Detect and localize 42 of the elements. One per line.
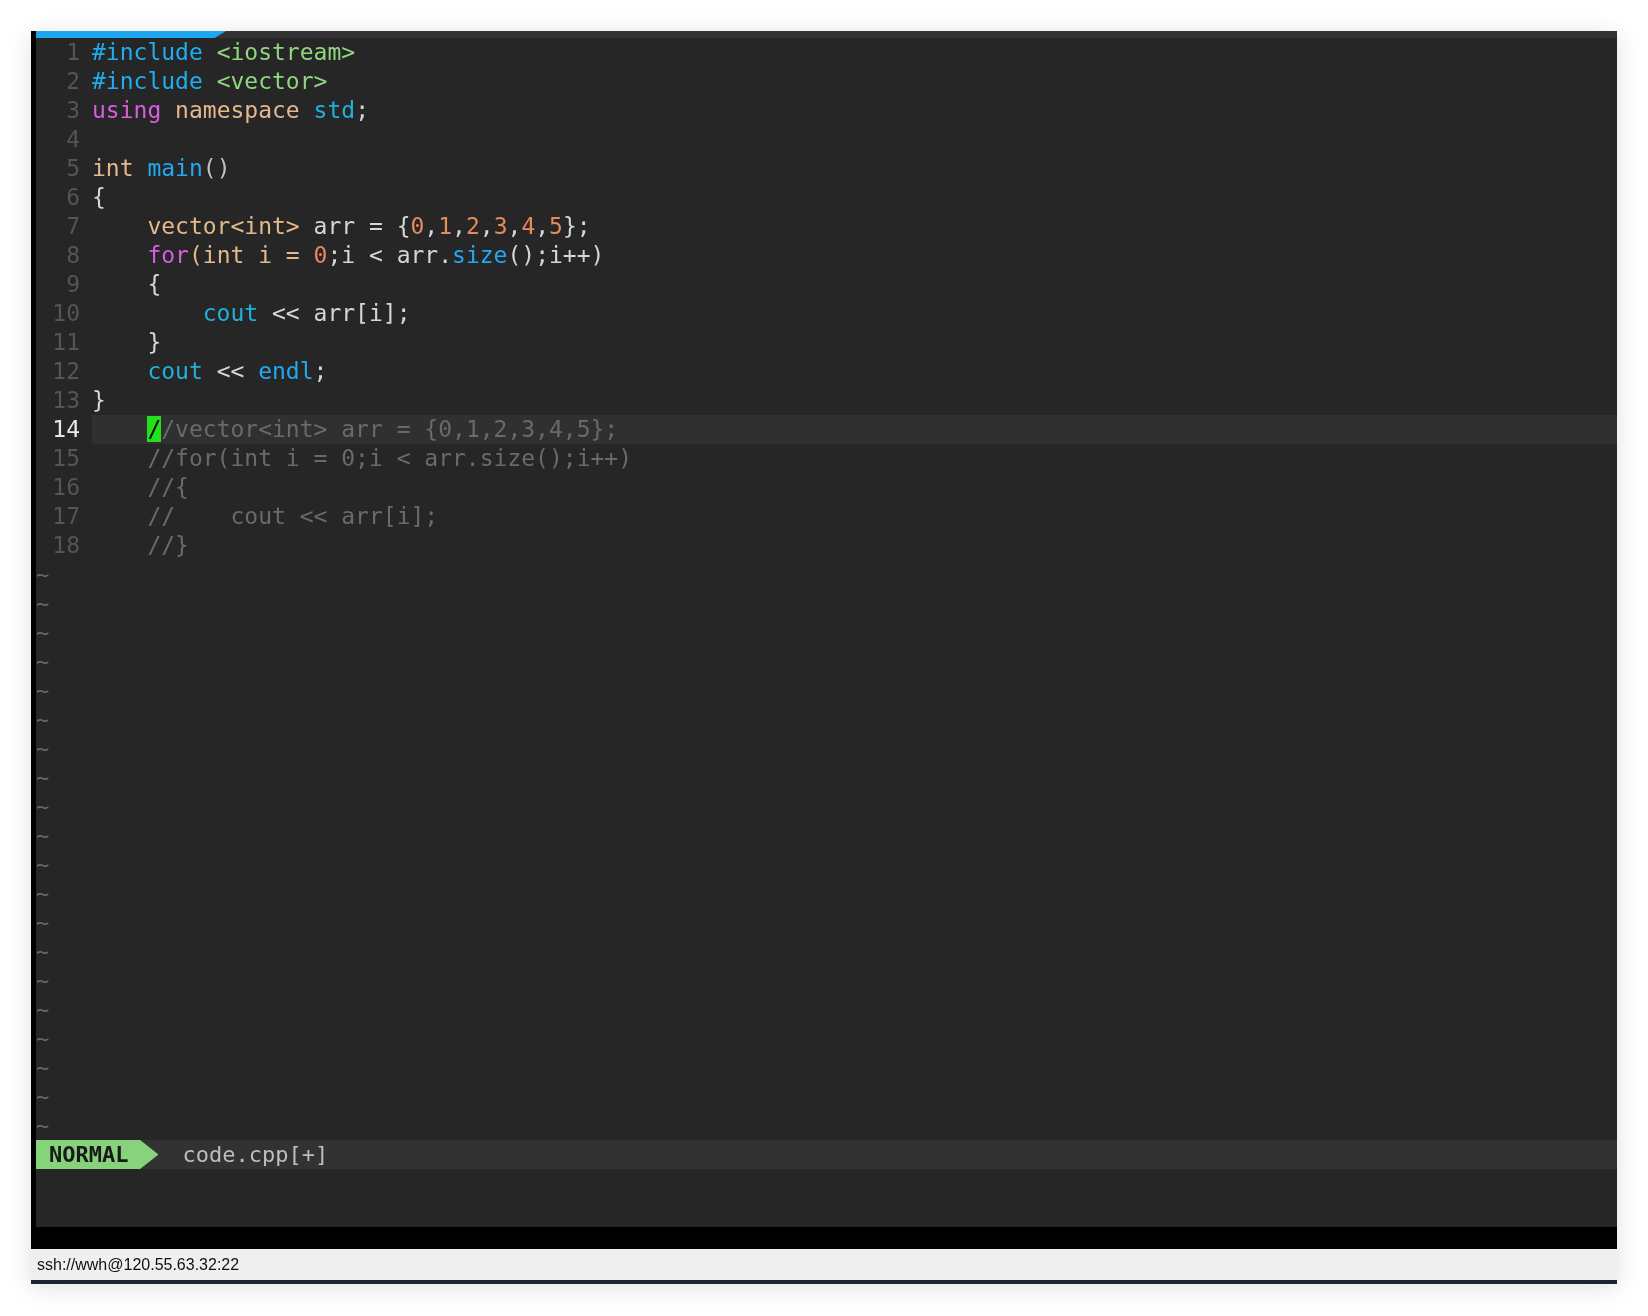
empty-line-tilde: ~	[36, 880, 50, 908]
code-line: //vector<int> arr = {0,1,2,3,4,5};	[146, 415, 619, 444]
empty-line-tilde: ~	[36, 764, 50, 792]
empty-line-tilde: ~	[36, 1054, 50, 1082]
line-number: 14	[51, 415, 80, 444]
code-line: //{	[146, 473, 189, 502]
empty-line-tilde: ~	[36, 561, 50, 589]
empty-line-tilde: ~	[36, 909, 50, 937]
code-line: //}	[146, 531, 189, 560]
connection-address: ssh://wwh@120.55.63.32:22	[37, 1254, 240, 1275]
empty-line-tilde: ~	[36, 1083, 50, 1111]
code-line: for(int i = 0;i < arr.size();i++)	[146, 241, 605, 270]
code-line: }	[146, 328, 162, 357]
code-line: {	[92, 183, 106, 212]
code-line: //for(int i = 0;i < arr.size();i++)	[146, 444, 633, 473]
empty-line-tilde: ~	[36, 648, 50, 676]
file-tab[interactable]	[36, 31, 226, 38]
code-line: int main()	[92, 154, 231, 183]
mode-indicator: NORMAL	[36, 1140, 159, 1169]
empty-line-tilde: ~	[36, 938, 50, 966]
empty-line-tilde: ~	[36, 1025, 50, 1053]
code-line: cout << endl;	[146, 357, 328, 386]
empty-line-tilde: ~	[36, 851, 50, 879]
code-line: using namespace std;	[92, 96, 369, 125]
code-line: // cout << arr[i];	[146, 502, 439, 531]
empty-line-tilde: ~	[36, 735, 50, 763]
code-line: vector<int> arr = {0,1,2,3,4,5};	[146, 212, 591, 241]
empty-line-tilde: ~	[36, 822, 50, 850]
empty-line-tilde: ~	[36, 793, 50, 821]
empty-line-tilde: ~	[36, 590, 50, 618]
empty-line-tilde: ~	[36, 1112, 50, 1140]
code-line: {	[146, 270, 162, 299]
empty-line-tilde: ~	[36, 619, 50, 647]
empty-line-tilde: ~	[36, 677, 50, 705]
code-line: #include <vector>	[92, 67, 328, 96]
empty-line-tilde: ~	[36, 996, 50, 1024]
code-line: }	[92, 386, 106, 415]
empty-line-tilde: ~	[36, 706, 50, 734]
file-name: code.cpp[+]	[182, 1141, 329, 1169]
empty-line-tilde: ~	[36, 967, 50, 995]
code-line: cout << arr[i];	[201, 299, 411, 328]
code-line: #include <iostream>	[92, 38, 356, 67]
